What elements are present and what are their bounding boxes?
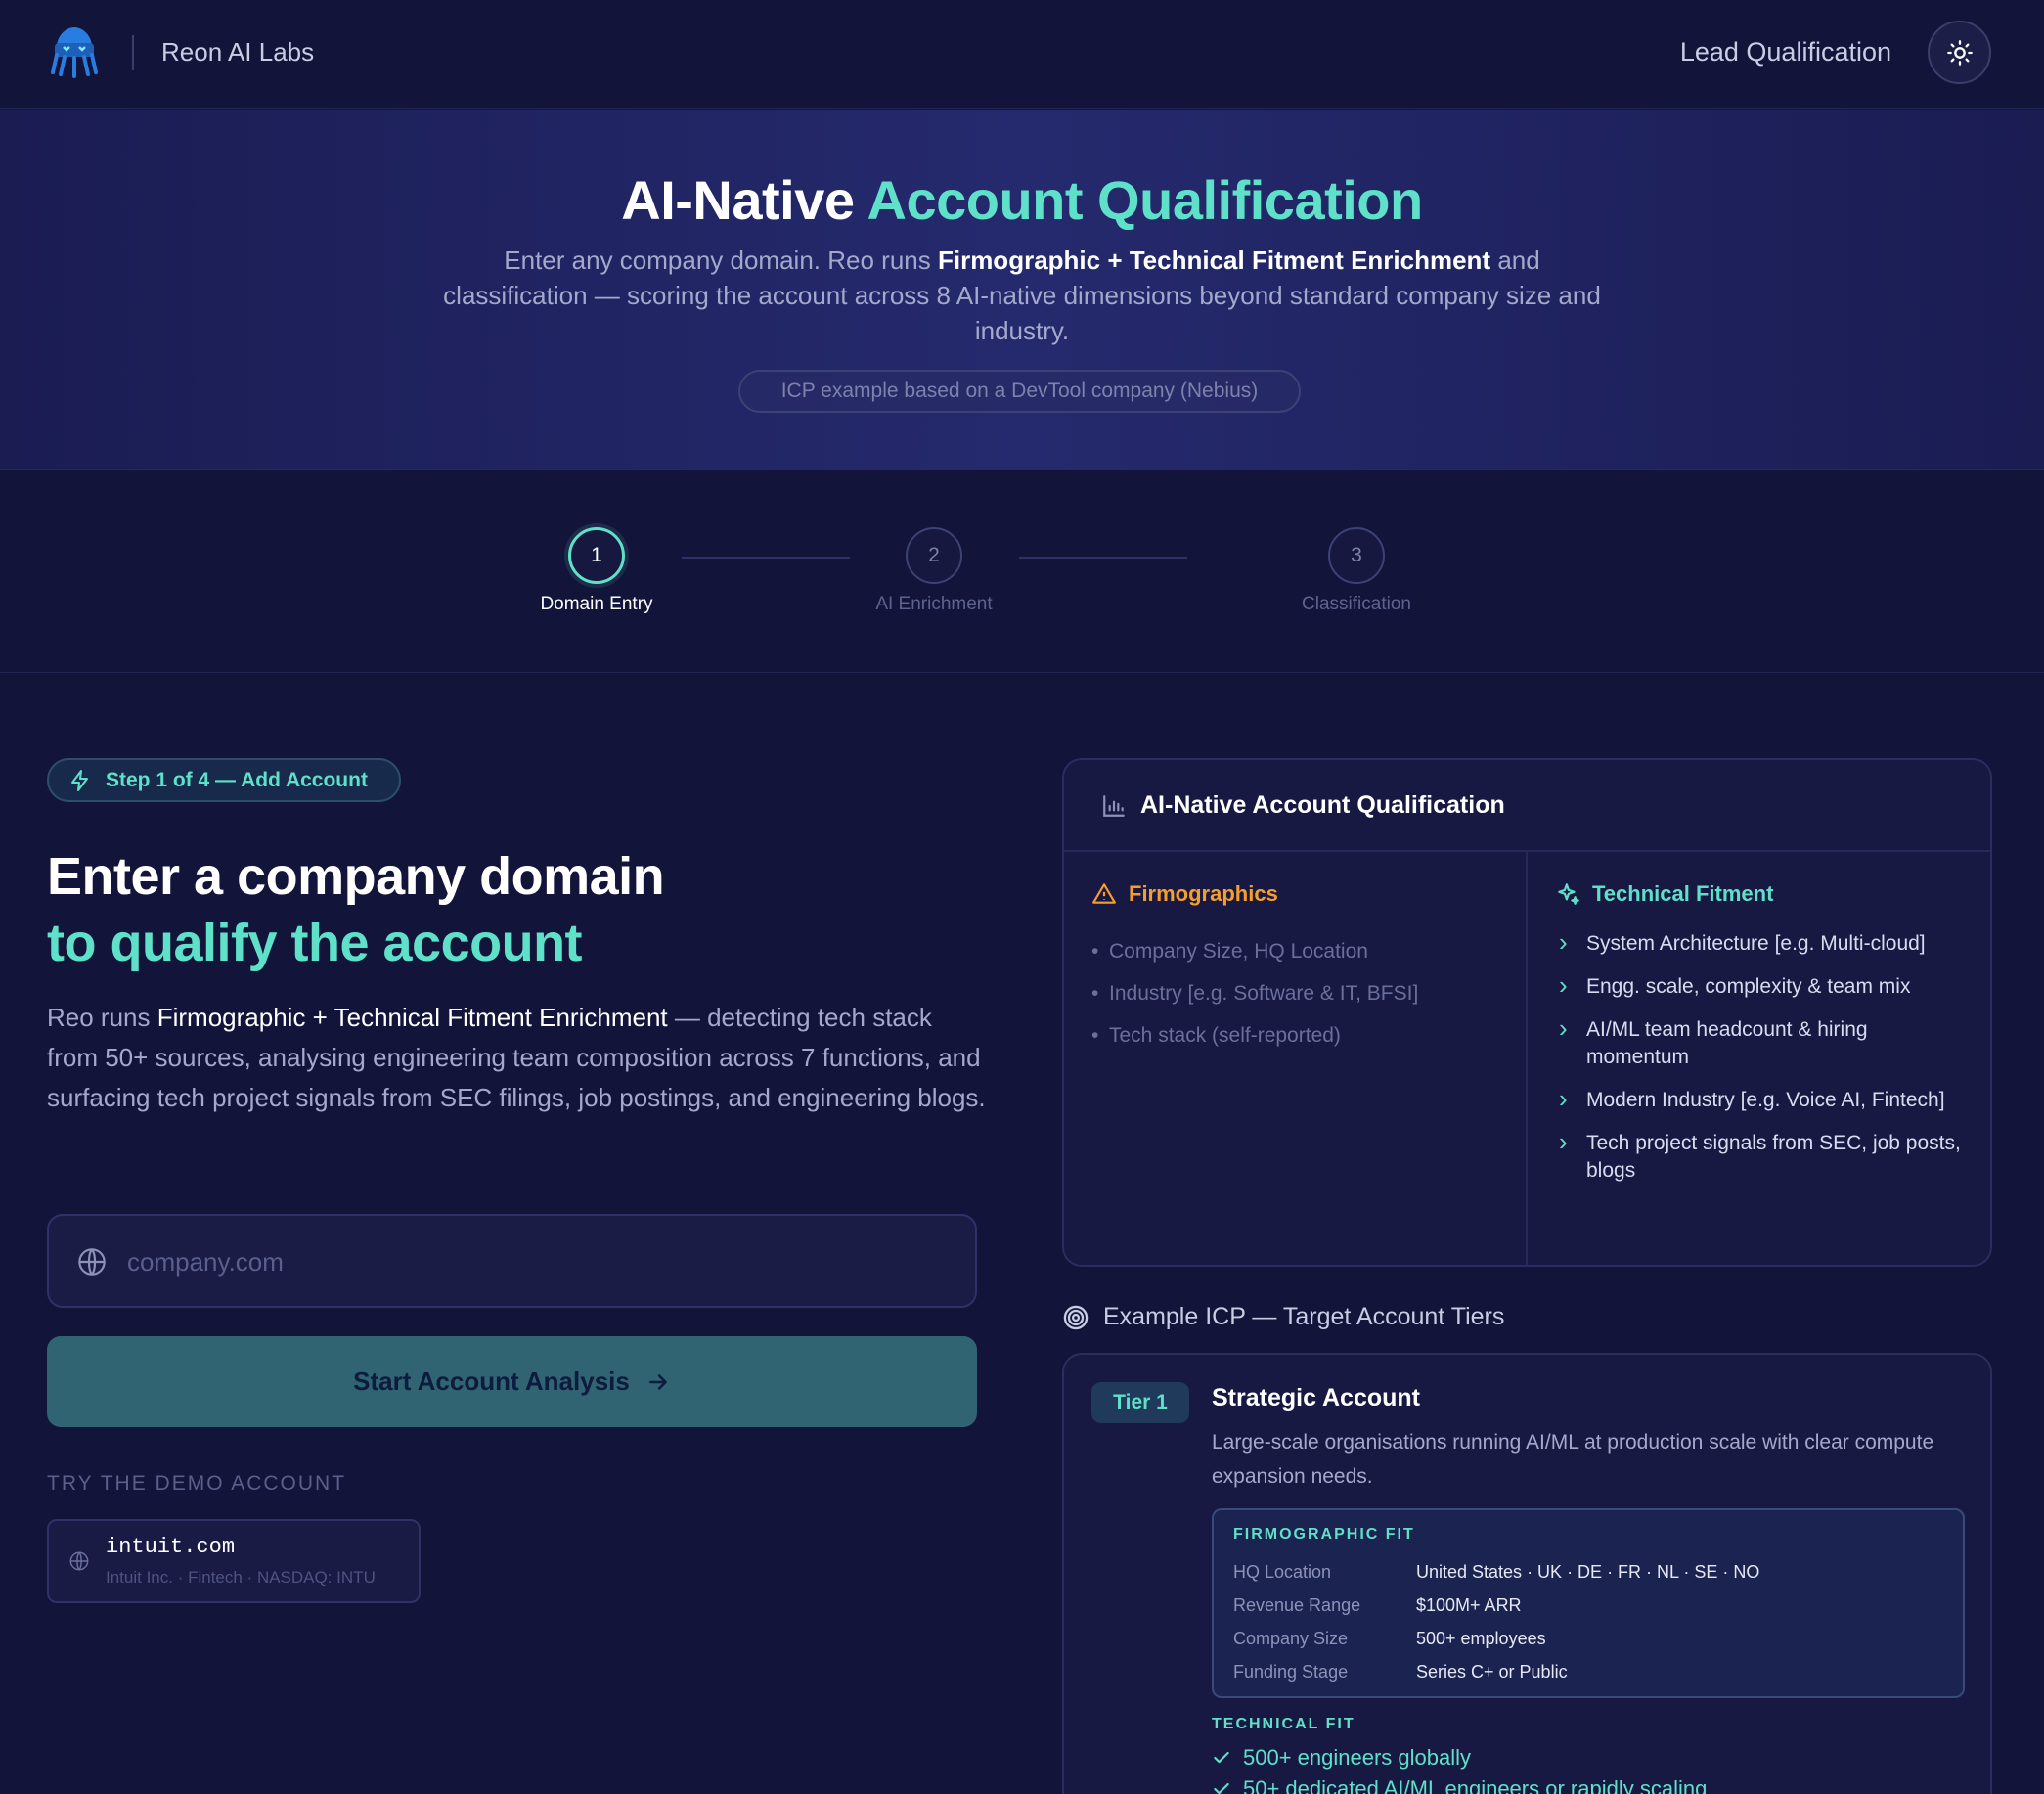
- start-analysis-button[interactable]: Start Account Analysis: [47, 1336, 977, 1427]
- hero-lead-bold: Firmographic + Technical Fitment Enrichm…: [937, 246, 1491, 275]
- arrow-right-icon: [648, 1373, 667, 1390]
- technical-fitment-title: Technical Fitment: [1592, 881, 1774, 906]
- demo-section-label: TRY THE DEMO ACCOUNT: [47, 1472, 347, 1495]
- lightning-icon: [71, 769, 88, 791]
- nav-page-title: Lead Qualification: [1679, 37, 1891, 67]
- list-item: AI/ML team headcount & hiring momentum: [1555, 1014, 1966, 1071]
- fit-row-value: $100M+ ARR: [1416, 1595, 1522, 1615]
- hero-title-white: AI-Native: [621, 169, 867, 231]
- fit-row-label: HQ Location: [1233, 1562, 1332, 1582]
- globe-icon: [78, 1248, 106, 1276]
- start-analysis-label: Start Account Analysis: [353, 1367, 630, 1396]
- step-3-circle[interactable]: 3: [1328, 527, 1385, 584]
- check-icon: [1214, 1751, 1229, 1764]
- step-connector: [1019, 557, 1187, 559]
- fit-row-label: Company Size: [1233, 1629, 1349, 1648]
- technical-fit-item: 500+ engineers globally: [1212, 1745, 1471, 1771]
- firmographic-fit-title: FIRMOGRAPHIC FIT: [1233, 1526, 1415, 1543]
- bar-chart-icon: [1103, 795, 1125, 817]
- fit-row-label: Revenue Range: [1233, 1595, 1361, 1615]
- tier-card: Tier 1 Strategic Account Large-scale org…: [1062, 1353, 1992, 1794]
- description-bold: Firmographic + Technical Fitment Enrichm…: [156, 1003, 668, 1032]
- step-badge: Step 1 of 4 — Add Account: [47, 758, 401, 802]
- target-icon: [1063, 1305, 1089, 1329]
- list-item: Tech project signals from SEC, job posts…: [1555, 1128, 1966, 1185]
- octopus-logo[interactable]: [47, 23, 102, 78]
- icp-section-title: Example ICP — Target Account Tiers: [1103, 1303, 1505, 1330]
- theme-toggle-button[interactable]: [1928, 21, 1991, 84]
- step-3-label: Classification: [1302, 594, 1411, 614]
- list-item: Tech stack (self-reported): [1091, 1014, 1418, 1056]
- icp-example-note: ICP example based on a DevTool company (…: [738, 370, 1301, 413]
- demo-domain: intuit.com: [106, 1535, 236, 1559]
- main-heading-line2: to qualify the account: [47, 914, 583, 972]
- description-part1: Reo runs: [47, 1003, 157, 1032]
- firmographics-list: Company Size, HQ Location Industry [e.g.…: [1091, 930, 1418, 1056]
- column-divider: [1526, 852, 1528, 1265]
- progress-stepper: 1 Domain Entry 2 AI Enrichment 3 Classif…: [0, 471, 2044, 673]
- hero-lead: Enter any company domain. Reo runs Firmo…: [435, 243, 1609, 348]
- firmographics-header: Firmographics: [1091, 881, 1278, 907]
- list-item: Company Size, HQ Location: [1091, 930, 1418, 972]
- main-description: Reo runs Firmographic + Technical Fitmen…: [47, 998, 986, 1118]
- hero-title: AI-Native Account Qualification: [0, 168, 2044, 232]
- qualification-card-header: AI-Native Account Qualification: [1064, 760, 1990, 852]
- list-item: Engg. scale, complexity & team mix: [1555, 971, 1966, 1001]
- list-item: Industry [e.g. Software & IT, BFSI]: [1091, 972, 1418, 1014]
- list-item: System Architecture [e.g. Multi-cloud]: [1555, 928, 1966, 958]
- qualification-card-title: AI-Native Account Qualification: [1140, 791, 1505, 819]
- domain-input-wrapper: [47, 1214, 977, 1308]
- fit-row-value: 500+ employees: [1416, 1629, 1546, 1648]
- main-heading-line1: Enter a company domain: [47, 847, 665, 906]
- check-icon: [1214, 1782, 1229, 1794]
- tier-badge: Tier 1: [1091, 1382, 1189, 1423]
- technical-fitment-header: Technical Fitment: [1555, 881, 1773, 907]
- fit-row-value: Series C+ or Public: [1416, 1662, 1568, 1682]
- firmographics-title: Firmographics: [1129, 881, 1278, 906]
- technical-fit-title: TECHNICAL FIT: [1212, 1716, 1355, 1732]
- firmographic-fit-box: FIRMOGRAPHIC FIT HQ Location United Stat…: [1212, 1508, 1965, 1698]
- nav-divider: [132, 35, 134, 70]
- technical-fitment-list: System Architecture [e.g. Multi-cloud] E…: [1555, 928, 1966, 1200]
- step-1-label: Domain Entry: [540, 594, 653, 614]
- domain-input[interactable]: [127, 1239, 949, 1284]
- step-2-label: AI Enrichment: [875, 594, 993, 614]
- technical-fit-item: 50+ dedicated AI/ML engineers or rapidly…: [1212, 1776, 1707, 1794]
- tier-name: Strategic Account: [1212, 1384, 1421, 1412]
- hero-lead-part1: Enter any company domain. Reo runs: [504, 246, 938, 275]
- fit-row-label: Funding Stage: [1233, 1662, 1349, 1682]
- list-item: Modern Industry [e.g. Voice AI, Fintech]: [1555, 1085, 1966, 1114]
- demo-account-card[interactable]: intuit.com Intuit Inc. · Fintech · NASDA…: [47, 1519, 421, 1603]
- tier-description: Large-scale organisations running AI/ML …: [1212, 1431, 1934, 1488]
- demo-account-details: Intuit Inc. · Fintech · NASDAQ: INTU: [106, 1568, 376, 1587]
- globe-icon: [69, 1551, 89, 1571]
- sparkle-icon: [1558, 883, 1579, 905]
- warning-triangle-icon: [1092, 883, 1116, 904]
- technical-fit-text: 50+ dedicated AI/ML engineers or rapidly…: [1243, 1776, 1708, 1794]
- technical-fit-text: 500+ engineers globally: [1243, 1745, 1472, 1770]
- step-1-circle[interactable]: 1: [568, 527, 625, 584]
- main-heading: Enter a company domain to qualify the ac…: [47, 843, 665, 976]
- top-nav: Reon AI Labs Lead Qualification: [0, 0, 2044, 109]
- hero-title-accent: Account Qualification: [866, 169, 1424, 231]
- hero-section: AI-Native Account Qualification Enter an…: [0, 110, 2044, 470]
- step-2-circle[interactable]: 2: [906, 527, 962, 584]
- fit-row-value: United States · UK · DE · FR · NL · SE ·…: [1416, 1562, 1760, 1582]
- qualification-card: AI-Native Account Qualification Firmogra…: [1062, 758, 1992, 1267]
- icp-section-header: Example ICP — Target Account Tiers: [1062, 1303, 1504, 1331]
- brand-name[interactable]: Reon AI Labs: [161, 37, 314, 67]
- step-badge-label: Step 1 of 4 — Add Account: [106, 768, 368, 791]
- sun-icon: [1946, 39, 1973, 66]
- step-connector: [682, 557, 850, 559]
